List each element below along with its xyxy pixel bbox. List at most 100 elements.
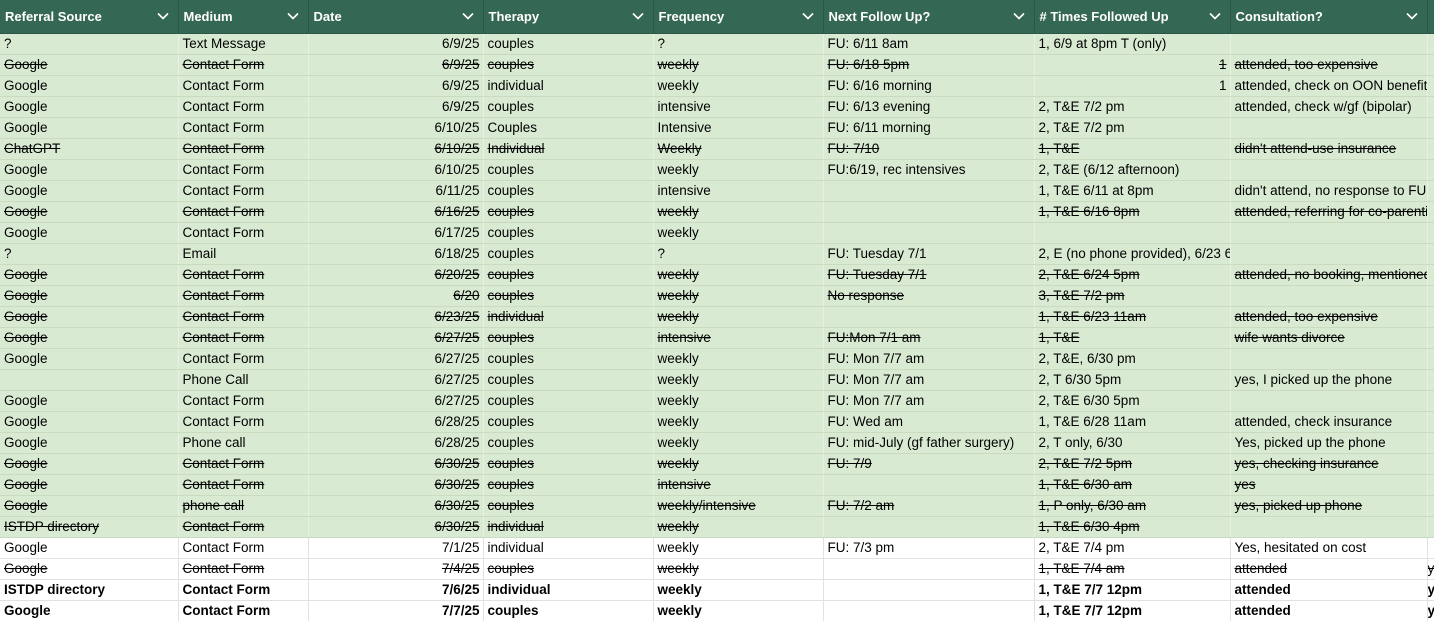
cell-referral-source[interactable]: Google	[0, 558, 179, 580]
cell-referral-source[interactable]: ISTDP directory	[0, 579, 179, 601]
cell-consultation[interactable]: attended, too expensive	[1230, 306, 1428, 328]
cell-medium[interactable]: Phone call	[178, 432, 309, 454]
cell-frequency[interactable]: weekly	[653, 558, 824, 580]
cell-medium[interactable]: Contact Form	[178, 159, 309, 181]
cell-times-followed-up[interactable]: 1, T&E	[1034, 327, 1231, 349]
cell-consultation[interactable]	[1230, 159, 1428, 181]
cell-referral-source[interactable]: Google	[0, 537, 179, 559]
cell-times-followed-up[interactable]: 1, T&E 6/30 am	[1034, 474, 1231, 496]
cell-date[interactable]: 6/9/25	[308, 96, 484, 118]
cell-date[interactable]: 6/30/25	[308, 474, 484, 496]
cell-medium[interactable]: Contact Form	[178, 537, 309, 559]
cell-consultation[interactable]: yes	[1230, 474, 1428, 496]
cell-times-followed-up[interactable]: 1	[1034, 75, 1231, 97]
cell-therapy[interactable]: couples	[483, 159, 654, 181]
cell-times-followed-up[interactable]: 2, T&E 7/2 5pm	[1034, 453, 1231, 475]
filter-dropdown-icon[interactable]	[631, 9, 645, 23]
cell-next-follow-up[interactable]: FU: Tuesday 7/1	[823, 264, 1035, 286]
cell-therapy[interactable]: couples	[483, 558, 654, 580]
cell-consultation[interactable]	[1230, 348, 1428, 370]
table-row[interactable]: Google Contact Form 6/9/25 couples intensive…	[0, 96, 1434, 118]
cell-frequency[interactable]: intensive	[653, 474, 824, 496]
cell-consultation[interactable]	[1230, 33, 1428, 55]
cell-next-follow-up[interactable]	[823, 474, 1035, 496]
cell-date[interactable]: 6/16/25	[308, 201, 484, 223]
cell-date[interactable]: 7/1/25	[308, 537, 484, 559]
table-row[interactable]: ? Email 6/18/25 couples? FU: Tuesday 7/1 2, E…	[0, 243, 1434, 265]
table-row[interactable]: Google Contact Form 6/27/25 couples intensiv…	[0, 327, 1434, 349]
cell-consultation[interactable]: yes, checking insurance	[1230, 453, 1428, 475]
table-row[interactable]: ChatGPT Contact Form 6/10/25 Individual Week…	[0, 138, 1434, 160]
table-row[interactable]: Google Contact Form 6/27/25 couples weekly FU…	[0, 348, 1434, 370]
cell-therapy[interactable]: couples	[483, 285, 654, 307]
cell-times-followed-up[interactable]: 1, P only, 6/30 am	[1034, 495, 1231, 517]
cell-date[interactable]: 6/23/25	[308, 306, 484, 328]
filter-dropdown-icon[interactable]	[286, 9, 300, 23]
cell-consultation[interactable]: attended, too expensive	[1230, 54, 1428, 76]
cell-next-follow-up[interactable]: FU: 7/10	[823, 138, 1035, 160]
cell-next-follow-up[interactable]	[823, 201, 1035, 223]
cell-date[interactable]: 6/10/25	[308, 138, 484, 160]
cell-date[interactable]: 6/27/25	[308, 327, 484, 349]
cell-referral-source[interactable]: Google	[0, 306, 179, 328]
cell-overflow[interactable]	[1427, 390, 1434, 412]
cell-overflow[interactable]	[1427, 516, 1434, 538]
cell-consultation[interactable]	[1230, 117, 1428, 139]
cell-medium[interactable]: Contact Form	[178, 96, 309, 118]
cell-frequency[interactable]: weekly	[653, 579, 824, 601]
cell-times-followed-up[interactable]: 1, T&E	[1034, 138, 1231, 160]
cell-medium[interactable]: Contact Form	[178, 327, 309, 349]
cell-date[interactable]: 7/7/25	[308, 600, 484, 621]
cell-times-followed-up[interactable]: 1, 6/9 at 8pm T (only)	[1034, 33, 1231, 55]
cell-referral-source[interactable]: ChatGPT	[0, 138, 179, 160]
cell-date[interactable]: 7/6/25	[308, 579, 484, 601]
cell-frequency[interactable]: weekly	[653, 453, 824, 475]
table-row[interactable]: Google Contact Form 6/16/25 couples weekly 1,…	[0, 201, 1434, 223]
table-row[interactable]: ISTDP directory Contact Form 6/30/25 indivi…	[0, 516, 1434, 538]
cell-medium[interactable]: phone call	[178, 495, 309, 517]
table-row[interactable]: Google Contact Form 6/10/25 Couples Intensiv…	[0, 117, 1434, 139]
column-header-therapy[interactable]: Therapy	[483, 0, 654, 34]
cell-overflow[interactable]	[1427, 306, 1434, 328]
cell-medium[interactable]: Contact Form	[178, 348, 309, 370]
cell-medium[interactable]: Contact Form	[178, 117, 309, 139]
cell-date[interactable]: 6/9/25	[308, 75, 484, 97]
cell-therapy[interactable]: couples	[483, 495, 654, 517]
cell-overflow[interactable]	[1427, 411, 1434, 433]
cell-therapy[interactable]: individual	[483, 75, 654, 97]
cell-consultation[interactable]: yes, picked up phone	[1230, 495, 1428, 517]
cell-date[interactable]: 6/27/25	[308, 390, 484, 412]
cell-frequency[interactable]: weekly	[653, 369, 824, 391]
cell-therapy[interactable]: couples	[483, 222, 654, 244]
table-row[interactable]: Google Contact Form 6/28/25 couples weekly FU…	[0, 411, 1434, 433]
cell-times-followed-up[interactable]: 2, T&E 6/30 5pm	[1034, 390, 1231, 412]
cell-frequency[interactable]: Weekly	[653, 138, 824, 160]
cell-next-follow-up[interactable]: FU: 6/18 5pm	[823, 54, 1035, 76]
cell-date[interactable]: 6/30/25	[308, 453, 484, 475]
cell-next-follow-up[interactable]: FU: 7/2 am	[823, 495, 1035, 517]
cell-overflow[interactable]	[1427, 201, 1434, 223]
cell-referral-source[interactable]: Google	[0, 600, 179, 621]
cell-next-follow-up[interactable]	[823, 306, 1035, 328]
cell-times-followed-up[interactable]	[1034, 222, 1231, 244]
cell-overflow[interactable]	[1427, 54, 1434, 76]
table-row[interactable]: Google Contact Form 6/11/25 couples intensiv…	[0, 180, 1434, 202]
filter-dropdown-icon[interactable]	[461, 9, 475, 23]
cell-frequency[interactable]: weekly	[653, 600, 824, 621]
cell-medium[interactable]: Contact Form	[178, 600, 309, 621]
cell-referral-source[interactable]: Google	[0, 348, 179, 370]
cell-consultation[interactable]	[1230, 243, 1428, 265]
cell-consultation[interactable]	[1230, 285, 1428, 307]
cell-next-follow-up[interactable]: FU: 7/9	[823, 453, 1035, 475]
cell-referral-source[interactable]: Google	[0, 96, 179, 118]
cell-medium[interactable]: Contact Form	[178, 138, 309, 160]
cell-times-followed-up[interactable]: 2, T&E (6/12 afternoon)	[1034, 159, 1231, 181]
cell-overflow[interactable]: y	[1427, 600, 1434, 621]
cell-date[interactable]: 6/20	[308, 285, 484, 307]
cell-date[interactable]: 6/9/25	[308, 54, 484, 76]
cell-overflow[interactable]	[1427, 327, 1434, 349]
cell-frequency[interactable]: weekly	[653, 159, 824, 181]
cell-date[interactable]: 6/30/25	[308, 516, 484, 538]
cell-referral-source[interactable]: Google	[0, 180, 179, 202]
cell-overflow[interactable]	[1427, 474, 1434, 496]
